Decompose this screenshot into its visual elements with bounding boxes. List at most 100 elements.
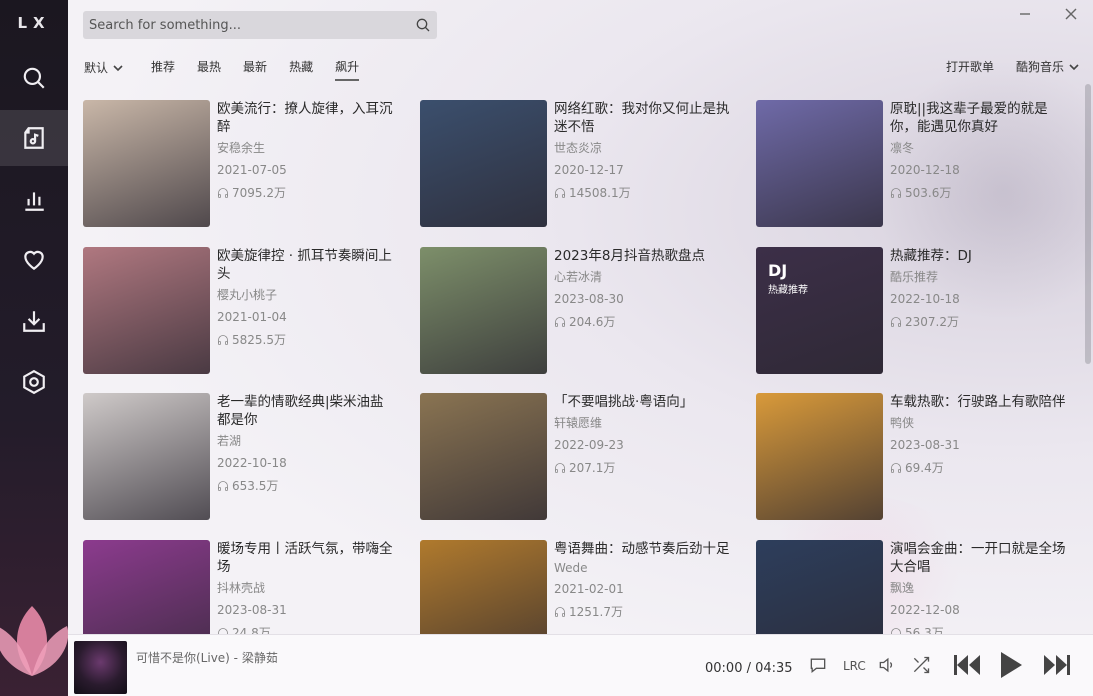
- source-dropdown[interactable]: 酷狗音乐: [1016, 58, 1079, 75]
- search-icon: [23, 67, 45, 89]
- cover-image: [756, 540, 883, 634]
- playlist-cover[interactable]: [756, 540, 883, 634]
- playlist-title[interactable]: 2023年8月抖音热歌盘点: [554, 247, 734, 265]
- search-button[interactable]: [409, 11, 437, 39]
- playlist-meta: 老一辈的情歌经典|柴米油盐都是你 若湖 2022-10-18 653.5万: [217, 393, 397, 494]
- playlist-card[interactable]: DJ 热藏推荐 热藏推荐：DJ 酷乐推荐 2022-10-18 2307.2万: [756, 247, 1076, 375]
- minimize-button[interactable]: [1017, 6, 1033, 22]
- playlist-date: 2022-10-18: [217, 456, 287, 470]
- playlist-cover[interactable]: [420, 100, 547, 227]
- playlist-card[interactable]: 原耽||我这辈子最爱的就是你，能遇见你真好 凛冬 2020-12-18 503.6万: [756, 100, 1076, 228]
- tab-hottest[interactable]: 最热: [197, 58, 221, 81]
- nav-song-list[interactable]: [0, 110, 68, 166]
- playlist-play-count: 56.3万: [890, 624, 1070, 634]
- playlist-card[interactable]: 粤语舞曲：动感节奏后劲十足 Wede 2021-02-01 1251.7万: [420, 540, 740, 634]
- headphones-icon: [555, 606, 565, 617]
- playlist-cover[interactable]: [83, 247, 210, 374]
- nav-favorites[interactable]: [0, 232, 68, 288]
- cover-image: [83, 393, 210, 520]
- playlist-card[interactable]: 网络红歌：我对你又何止是执迷不悟 世态炎凉 2020-12-17 14508.1万: [420, 100, 740, 228]
- playlist-title[interactable]: 「不要唱挑战·粤语向」: [554, 393, 734, 411]
- playlist-title[interactable]: 热藏推荐：DJ: [890, 247, 1070, 265]
- play-count-value: 204.6万: [569, 315, 616, 329]
- cover-image: [420, 247, 547, 374]
- cover-image: [83, 540, 210, 634]
- playlist-card[interactable]: 欧美流行：撩人旋律，入耳沉醉 安稳余生 2021-07-05 7095.2万: [83, 100, 403, 228]
- cover-image: [420, 393, 547, 520]
- playlist-author: Wede: [554, 561, 588, 575]
- playlist-title[interactable]: 粤语舞曲：动感节奏后劲十足: [554, 540, 734, 558]
- play-button[interactable]: [998, 650, 1024, 680]
- tab-recommend[interactable]: 推荐: [151, 58, 175, 81]
- playlist-author: 安稳余生: [217, 141, 266, 155]
- nav-leaderboard[interactable]: [0, 172, 68, 228]
- playlist-card[interactable]: 欧美旋律控 · 抓耳节奏瞬间上头樱丸小桃子 2021-01-04 5825.5万: [83, 247, 403, 375]
- cover-image: [83, 247, 210, 374]
- cover-badge-subtitle: 热藏推荐: [768, 285, 808, 296]
- playlist-cover[interactable]: [420, 540, 547, 634]
- headphones-icon: [555, 462, 565, 473]
- playlist-author: 世态炎凉: [554, 141, 603, 155]
- playlist-card[interactable]: 「不要唱挑战·粤语向」 轩辕愿维 2022-09-23 207.1万: [420, 393, 740, 521]
- music-list-icon: [24, 127, 44, 149]
- playlist-card[interactable]: 车载热歌：行驶路上有歌陪伴 鸭侠 2023-08-31 69.4万: [756, 393, 1076, 521]
- tab-rising[interactable]: 飙升: [335, 58, 360, 81]
- playlist-title[interactable]: 欧美流行：撩人旋律，入耳沉醉: [217, 100, 397, 136]
- lyrics-button[interactable]: LRC: [843, 659, 866, 673]
- tab-collected[interactable]: 热藏: [289, 58, 313, 81]
- playlist-title[interactable]: 车载热歌：行驶路上有歌陪伴: [890, 393, 1070, 411]
- shuffle-button[interactable]: [911, 655, 931, 675]
- playlist-author: 凛冬: [890, 141, 915, 155]
- sort-dropdown[interactable]: 默认: [84, 58, 123, 81]
- volume-button[interactable]: [876, 655, 898, 675]
- tab-newest[interactable]: 最新: [243, 58, 267, 81]
- open-playlist-button[interactable]: 打开歌单: [946, 58, 994, 75]
- playlist-card[interactable]: 2023年8月抖音热歌盘点 心若冰清 2023-08-30 204.6万: [420, 247, 740, 375]
- nav-settings[interactable]: [0, 354, 68, 410]
- search-input[interactable]: [83, 17, 409, 33]
- playlist-cover[interactable]: [420, 247, 547, 374]
- playlist-author: 樱丸小桃子: [217, 288, 278, 302]
- playlist-card[interactable]: 演唱会金曲：一开口就是全场大合唱 飘逸 2022-12-08 56.3万: [756, 540, 1076, 634]
- headphones-icon: [891, 187, 901, 198]
- playlist-title[interactable]: 暖场专用丨活跃气氛，带嗨全场: [217, 540, 397, 576]
- chevron-down-icon: [113, 64, 123, 71]
- playlist-cover[interactable]: [756, 393, 883, 520]
- previous-button[interactable]: [952, 652, 982, 678]
- playlist-cover[interactable]: DJ 热藏推荐: [756, 247, 883, 374]
- playlist-title[interactable]: 网络红歌：我对你又何止是执迷不悟: [554, 100, 734, 136]
- playlist-card[interactable]: 暖场专用丨活跃气氛，带嗨全场 抖林壳战 2023-08-31 24.8万: [83, 540, 403, 634]
- now-playing-title[interactable]: 可惜不是你(Live) - 梁静茹: [136, 649, 278, 666]
- scrollbar[interactable]: [1085, 84, 1091, 364]
- playlist-title[interactable]: 欧美旋律控 · 抓耳节奏瞬间上头: [217, 247, 397, 283]
- close-button[interactable]: [1063, 6, 1079, 22]
- playlist-cover[interactable]: [420, 393, 547, 520]
- playlist-cover[interactable]: [83, 540, 210, 634]
- comment-button[interactable]: [808, 655, 828, 675]
- playlist-cover[interactable]: [83, 393, 210, 520]
- playlist-author: 轩辕愿维: [554, 416, 603, 430]
- playlist-play-count: 207.1万: [554, 459, 734, 476]
- now-playing-cover[interactable]: [74, 641, 127, 694]
- play-count-value: 7095.2万: [232, 186, 286, 200]
- volume-icon: [879, 657, 893, 673]
- chevron-down-icon: [1069, 63, 1079, 70]
- playlist-title[interactable]: 老一辈的情歌经典|柴米油盐都是你: [217, 393, 397, 429]
- playlist-cover[interactable]: [83, 100, 210, 227]
- playlist-date: 2020-12-18: [890, 163, 960, 177]
- playlist-title[interactable]: 演唱会金曲：一开口就是全场大合唱: [890, 540, 1070, 576]
- playlist-card[interactable]: 老一辈的情歌经典|柴米油盐都是你 若湖 2022-10-18 653.5万: [83, 393, 403, 521]
- sort-label: 默认: [84, 61, 109, 75]
- source-label: 酷狗音乐: [1015, 60, 1064, 74]
- next-button[interactable]: [1042, 652, 1072, 678]
- headphones-icon: [891, 627, 901, 634]
- playlist-cover[interactable]: [756, 100, 883, 227]
- playlist-play-count: 5825.5万: [217, 331, 397, 348]
- playlist-date: 2021-01-04: [217, 310, 287, 324]
- playlist-author: 抖林壳战: [217, 581, 266, 595]
- playlist-title[interactable]: 原耽||我这辈子最爱的就是你，能遇见你真好: [890, 100, 1070, 136]
- playlist-play-count: 14508.1万: [554, 184, 734, 201]
- nav-download[interactable]: [0, 293, 68, 349]
- playlist-date: 2023-08-31: [890, 438, 960, 452]
- nav-search[interactable]: [0, 50, 68, 106]
